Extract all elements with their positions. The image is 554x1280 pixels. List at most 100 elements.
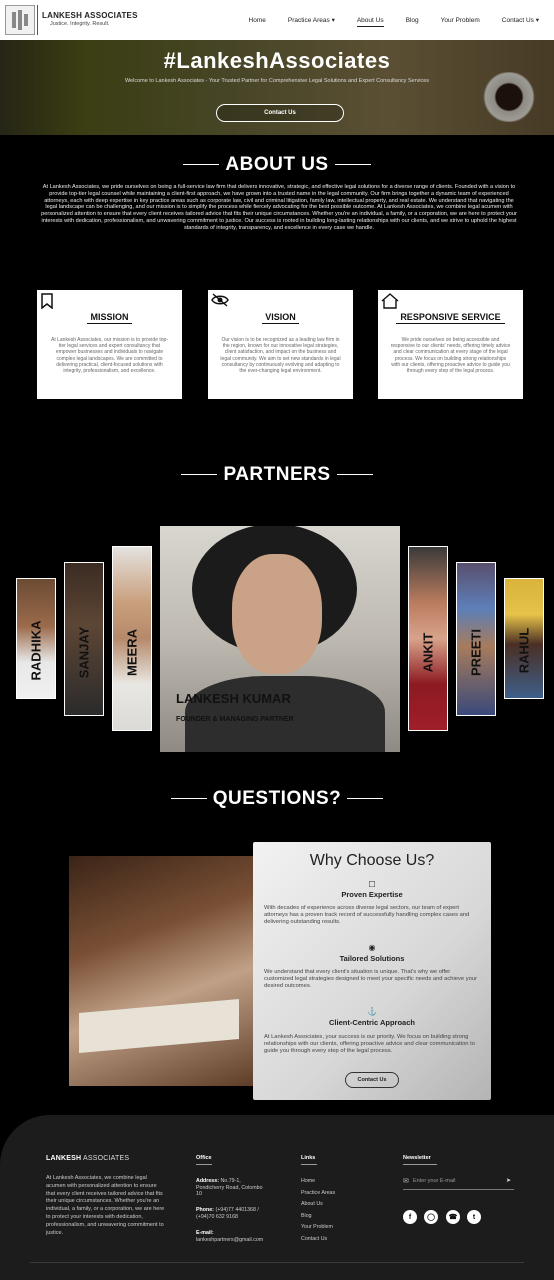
featured-partner-role: FOUNDER & MANAGING PARTNER [176, 716, 294, 723]
partner-name: RADHIKA [28, 620, 44, 681]
heading-line-right [347, 798, 384, 800]
handshake-image [69, 856, 254, 1086]
about-heading: ABOUT US [0, 154, 554, 176]
links-title: Links [301, 1155, 316, 1161]
featured-partner-card[interactable]: LANKESH KUMAR FOUNDER & MANAGING PARTNER [160, 526, 400, 752]
about-title: ABOUT US [225, 154, 329, 175]
photo-shirt [185, 676, 385, 752]
hero-contact-button[interactable]: Contact Us [216, 104, 344, 122]
logo-divider [37, 5, 38, 35]
heading-line-left [170, 798, 207, 800]
heading-line-left [183, 164, 220, 166]
why-item-text: At Lankesh Associates, your success is o… [264, 1034, 475, 1054]
questions-title: QUESTIONS? [212, 788, 342, 809]
whatsapp-icon[interactable]: ☎ [446, 1210, 460, 1224]
nav-practice-areas[interactable]: Practice Areas ▾ [277, 16, 346, 24]
email-label: E-mail: [196, 1230, 214, 1236]
partner-card-radhika[interactable]: RADHIKA [16, 578, 56, 699]
database-icon: ◉ [368, 943, 376, 952]
questions-heading: QUESTIONS? [0, 788, 554, 810]
footer-link-practice-areas[interactable]: Practice Areas [301, 1190, 335, 1197]
mission-title: MISSION [90, 312, 129, 322]
hero-title: #LankeshAssociates [163, 48, 391, 73]
brand-tagline: Justice. Integrity. Result. [50, 21, 110, 27]
partner-card-meera[interactable]: MEERA [112, 546, 152, 731]
vision-card: VISION Our vision is to be recognized as… [208, 290, 353, 399]
partner-name: RAHUL [516, 627, 532, 674]
heading-line-right [336, 474, 373, 476]
email-value[interactable]: lankeshpartners@gmail.com [196, 1237, 263, 1243]
home-icon [381, 293, 399, 311]
links-underline [301, 1164, 317, 1165]
hero-subtitle: Welcome to Lankesh Associates - Your Tru… [124, 78, 430, 84]
why-item-title: Tailored Solutions [339, 954, 405, 963]
footer-divider [30, 1262, 524, 1263]
twitter-icon[interactable]: t [467, 1210, 481, 1224]
title-underline [262, 323, 299, 324]
newsletter-title: Newsletter [403, 1155, 431, 1161]
bookmark-icon: ☐ [368, 880, 376, 889]
hero-banner: #LankeshAssociates Welcome to Lankesh As… [0, 40, 554, 135]
footer-brand-rest: ASSOCIATES [81, 1155, 130, 1162]
main-menu: Home Practice Areas ▾ About Us Blog Your… [238, 0, 550, 40]
footer-link-about-us[interactable]: About Us [301, 1201, 323, 1208]
partners-title: PARTNERS [223, 464, 331, 485]
send-arrow-icon[interactable]: ➤ [506, 1177, 511, 1184]
featured-partner-name: LANKESH KUMAR [176, 691, 291, 706]
footer-description: At Lankesh Associates, we combine legal … [46, 1175, 165, 1236]
partner-card-sanjay[interactable]: SANJAY [64, 562, 104, 716]
why-item-title: Proven Expertise [341, 890, 403, 899]
responsive-service-card: RESPONSIVE SERVICE We pride ourselves on… [378, 290, 523, 399]
logo-icon[interactable] [5, 5, 35, 35]
responsive-service-title: RESPONSIVE SERVICE [400, 312, 501, 322]
top-navbar: LANKESH ASSOCIATES Justice. Integrity. R… [0, 0, 554, 40]
partner-name: SANJAY [76, 626, 92, 679]
title-underline [396, 323, 505, 324]
office-underline [196, 1164, 212, 1165]
photo-face [232, 554, 322, 674]
eye-off-icon [211, 293, 229, 309]
newsletter-placeholder: Enter your E-mail [413, 1177, 456, 1184]
instagram-icon[interactable]: ◯ [424, 1210, 438, 1224]
newsletter-email-input[interactable]: ✉ Enter your E-mail ➤ [403, 1172, 514, 1190]
office-address: Address: No.79-1, Pondicherry Road, Colo… [196, 1178, 268, 1198]
footer-link-blog[interactable]: Blog [301, 1213, 312, 1220]
why-contact-button[interactable]: Contact Us [345, 1072, 399, 1088]
vision-text: Our vision is to be recognized as a lead… [220, 337, 341, 375]
footer-link-home[interactable]: Home [301, 1178, 315, 1185]
why-choose-us-panel: Why Choose Us? ☐ Proven Expertise With d… [253, 842, 491, 1100]
partner-card-ankit[interactable]: ANKIT [408, 546, 448, 731]
phone-label: Phone: [196, 1207, 214, 1213]
heading-line-left [181, 474, 218, 476]
office-phone: Phone: (+94)77 4401368 / (+94)70 632 916… [196, 1207, 268, 1220]
mission-text: At Lankesh Associates, our mission is to… [50, 337, 168, 375]
nav-about-us[interactable]: About Us [346, 17, 395, 27]
office-email: E-mail: lankeshpartners@gmail.com [196, 1230, 276, 1243]
heading-line-right [334, 164, 371, 166]
partner-card-rahul[interactable]: RAHUL [504, 578, 544, 699]
partner-card-preeti[interactable]: PREETI [456, 562, 496, 716]
footer-link-your-problem[interactable]: Your Problem [301, 1224, 333, 1231]
nav-home[interactable]: Home [238, 17, 277, 24]
address-label: Address: [196, 1178, 219, 1184]
mission-card: MISSION At Lankesh Associates, our missi… [37, 290, 182, 399]
about-text: At Lankesh Associates, we pride ourselve… [41, 184, 517, 231]
partners-heading: PARTNERS [0, 464, 554, 486]
facebook-icon[interactable]: f [403, 1210, 417, 1224]
bookmark-icon [40, 293, 54, 311]
footer-brand-bold: LANKESH [46, 1155, 82, 1162]
footer: LANKESH ASSOCIATES At Lankesh Associates… [0, 1115, 554, 1280]
why-item-text: We understand that every client's situat… [264, 969, 477, 989]
anchor-icon: ⚓ [367, 1007, 377, 1016]
nav-your-problem[interactable]: Your Problem [430, 17, 491, 24]
vision-title: VISION [265, 312, 296, 322]
partner-name: PREETI [468, 629, 484, 676]
brand-name[interactable]: LANKESH ASSOCIATES [42, 11, 138, 20]
nav-contact-us[interactable]: Contact Us ▾ [491, 16, 550, 24]
nav-blog[interactable]: Blog [395, 17, 430, 24]
page: LANKESH ASSOCIATES Justice. Integrity. R… [0, 0, 554, 1280]
newsletter-underline [403, 1164, 437, 1165]
footer-link-contact-us[interactable]: Contact Us [301, 1236, 327, 1243]
why-item-title: Client-Centric Approach [329, 1018, 415, 1027]
partner-name: ANKIT [420, 632, 436, 673]
